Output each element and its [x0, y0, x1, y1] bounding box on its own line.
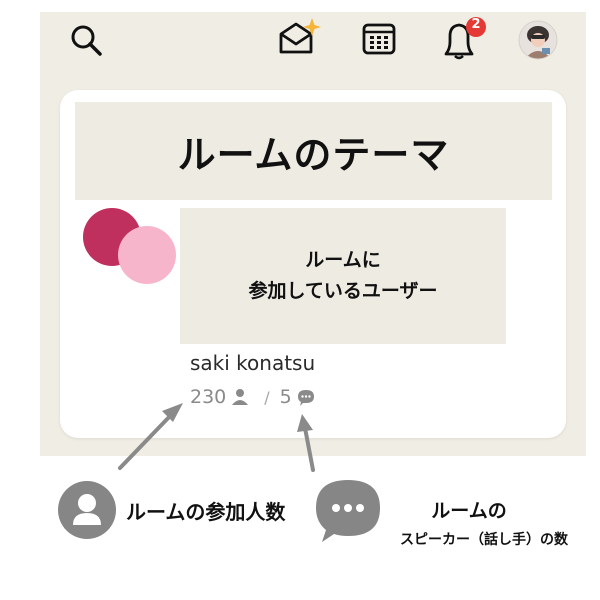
room-users-label-line2: 参加しているユーザー — [248, 280, 438, 302]
person-icon — [232, 389, 249, 405]
calendar-icon[interactable] — [361, 20, 397, 56]
room-theme: ルームのテーマ — [177, 132, 450, 177]
participants-legend-badge — [58, 481, 116, 539]
room-stats: 230 / 5 — [190, 384, 316, 410]
speaker-count: 5 — [279, 386, 292, 408]
participant-count: 230 — [190, 386, 227, 408]
person-icon — [73, 494, 101, 525]
speakers-legend-label-line2: スピーカー（話し手）の数 — [400, 532, 568, 548]
search-icon[interactable] — [68, 22, 104, 58]
speakers-legend-label-line1: ルームの — [431, 500, 507, 522]
room-users-label-line1: ルームに — [305, 249, 381, 271]
room-username: saki konatsu — [190, 351, 316, 375]
stats-separator: / — [264, 387, 270, 407]
user-avatar-secondary — [118, 226, 176, 284]
avatar[interactable] — [518, 20, 558, 60]
participants-legend-label: ルームの参加人数 — [126, 500, 286, 524]
room-theme-box: ルームのテーマ — [75, 102, 552, 200]
invite-mail-icon[interactable] — [276, 16, 322, 58]
bell-icon[interactable] — [440, 14, 490, 60]
notification-count-badge: 2 — [471, 17, 481, 32]
room-users-box: ルームに 参加しているユーザー — [180, 208, 506, 344]
speech-bubble-icon — [297, 390, 314, 406]
